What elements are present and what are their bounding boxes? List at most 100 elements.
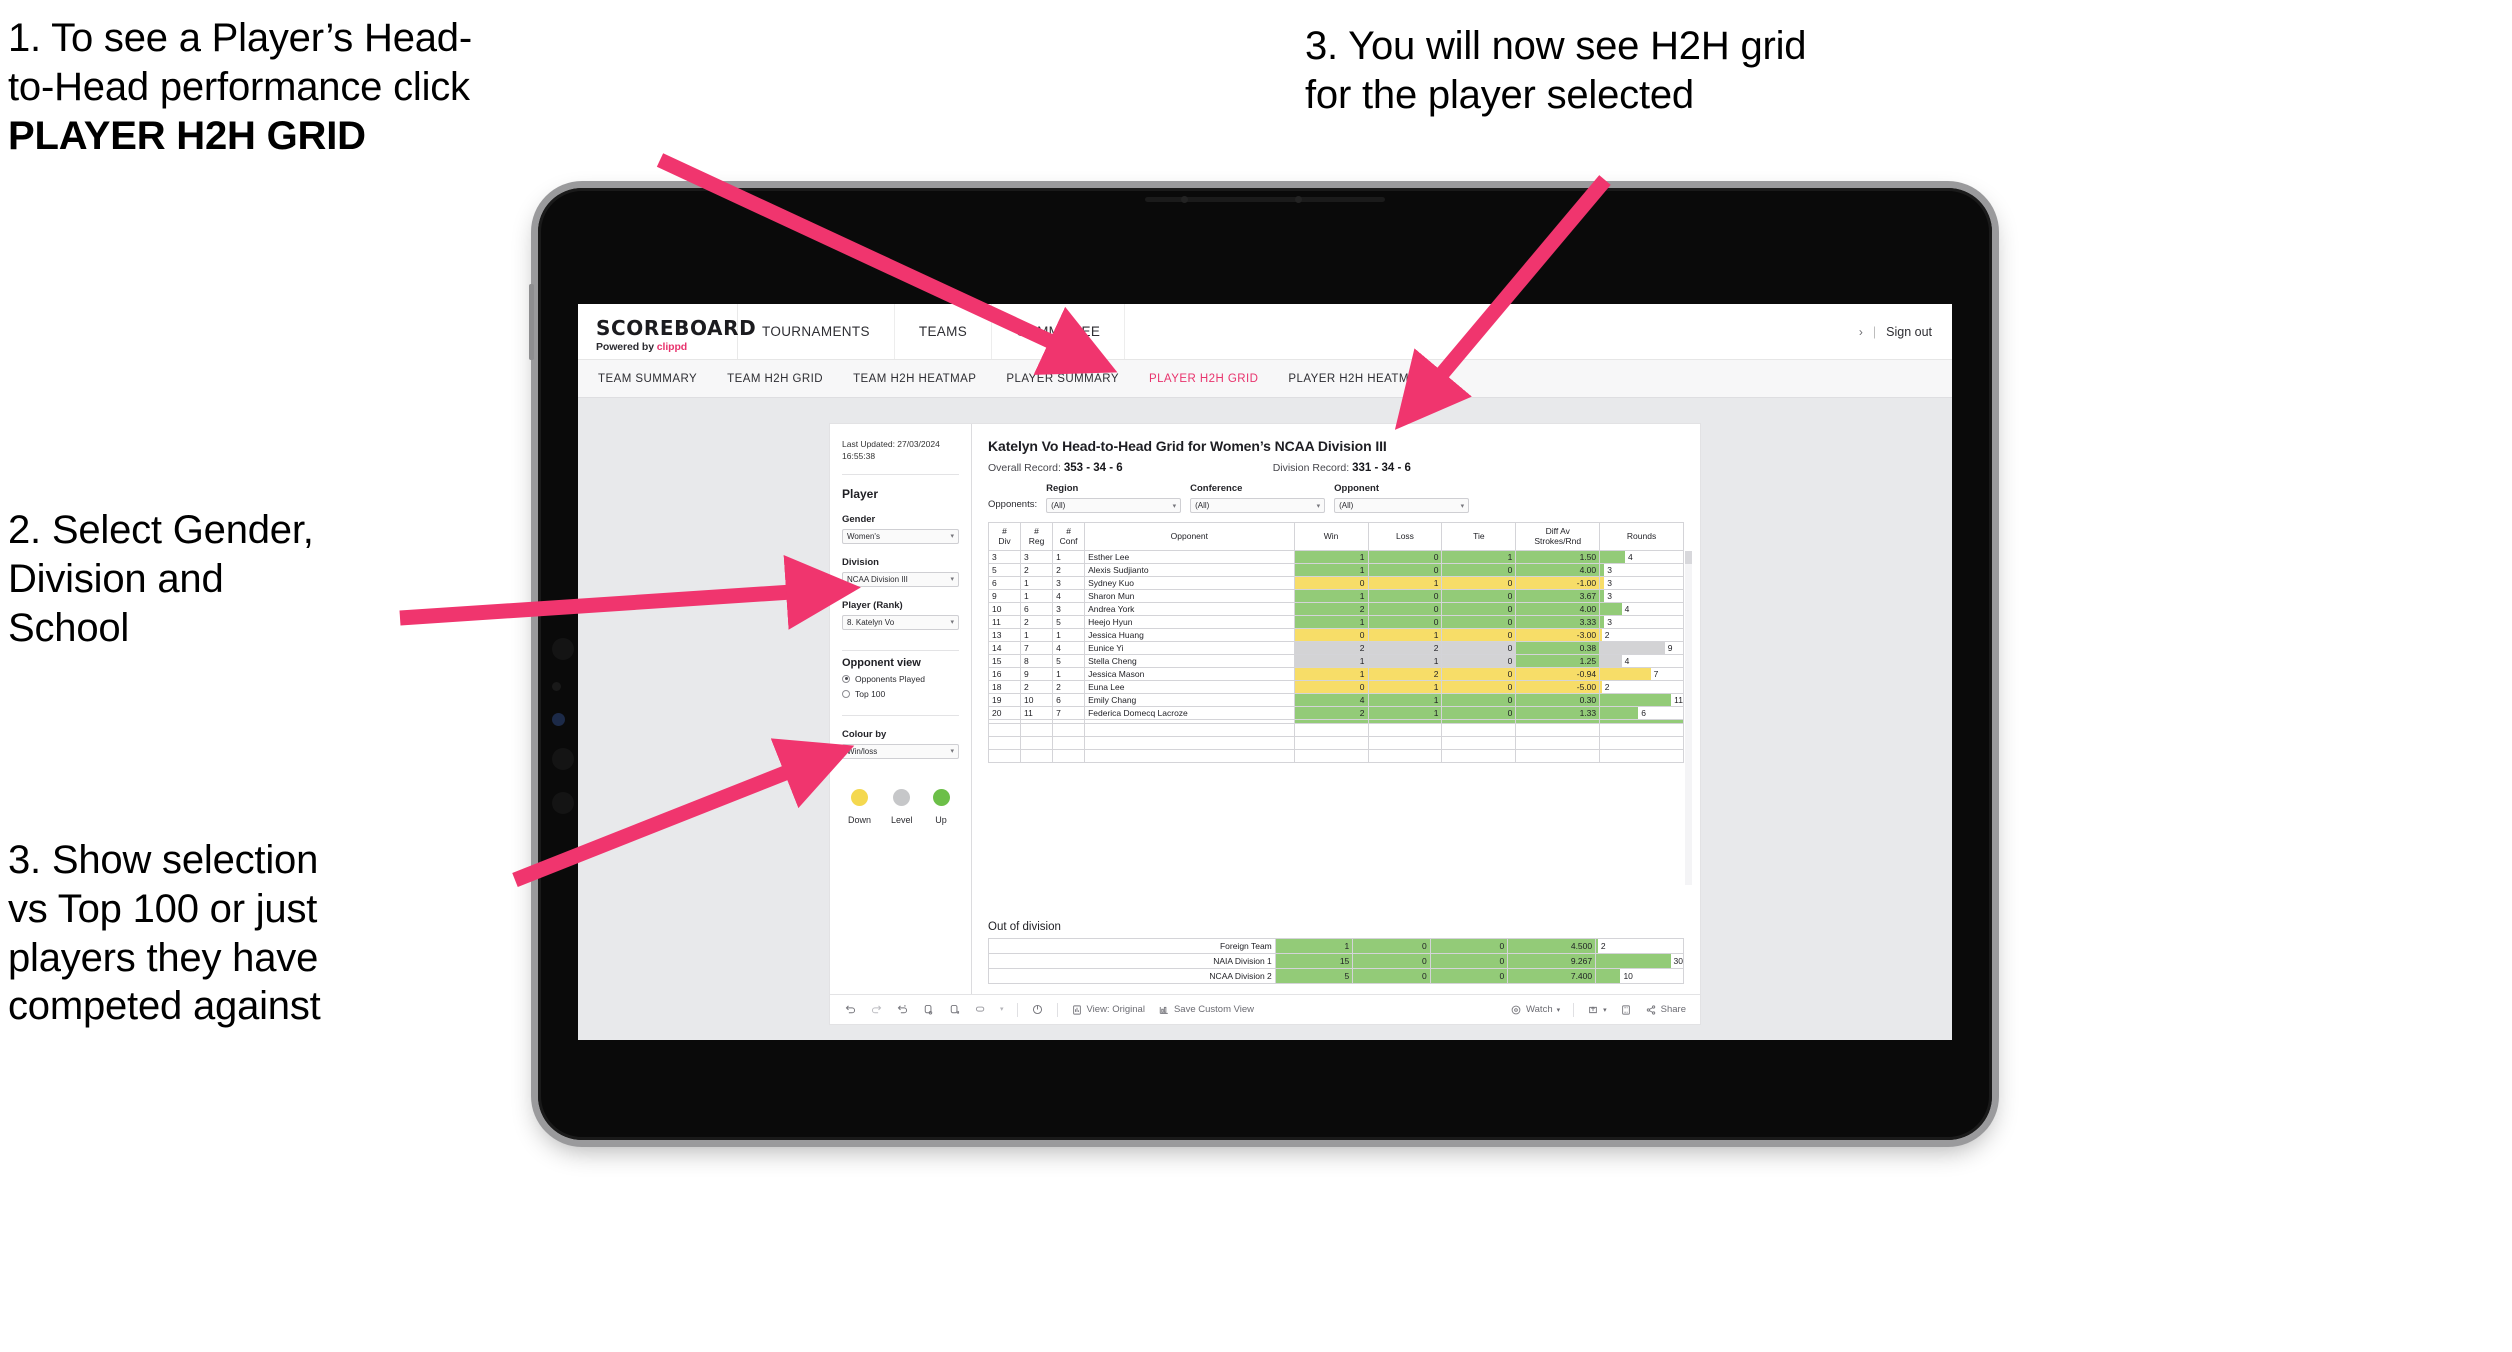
opponent-filter: Opponent (All) ▾ [1334, 483, 1470, 513]
cell-group-name: Foreign Team [988, 938, 1276, 954]
table-row[interactable]: 16 9 1 Jessica Mason 1 2 0 -0.94 7 [987, 667, 1684, 681]
cell-conf: 2 [1052, 680, 1086, 694]
table-row[interactable]: 18 2 2 Euna Lee 0 1 0 -5.00 2 [987, 680, 1684, 694]
legend-label-up: Up [935, 814, 947, 825]
subnav-team-summary[interactable]: TEAM SUMMARY [598, 373, 697, 385]
account-area: › | Sign out [1859, 304, 1952, 359]
division-select[interactable]: NCAA Division III ▾ [842, 571, 959, 587]
nav-item-teams[interactable]: TEAMS [895, 304, 993, 359]
cell-win: 15 [1274, 953, 1354, 969]
cell-reg: 10 [1020, 693, 1054, 707]
table-row[interactable]: 19 10 6 Emily Chang 4 1 0 0.30 11 [987, 693, 1684, 707]
app-header: SCOREBOARD Powered by clippd TOURNAMENTS… [578, 304, 1952, 360]
subnav-team-h2h-heatmap[interactable]: TEAM H2H HEATMAP [853, 373, 976, 385]
cell-opponent: Federica Domecq Lacroze [1084, 706, 1295, 720]
fullscreen-icon[interactable] [1620, 1004, 1632, 1016]
cell-win: 2 [1293, 641, 1369, 655]
table-row[interactable]: 20 11 7 Federica Domecq Lacroze 2 1 0 1.33 6 [987, 706, 1684, 720]
subnav-player-h2h-heatmap[interactable]: PLAYER H2H HEATMAP [1288, 373, 1425, 385]
cell-reg: 1 [1020, 576, 1054, 590]
cell-diff: 1.50 [1515, 550, 1601, 564]
table-row[interactable]: 9 1 4 Sharon Mun 1 0 0 3.67 3 [987, 589, 1684, 603]
region-filter-select[interactable]: (All) ▾ [1046, 498, 1182, 513]
table-row[interactable]: 3 3 1 Esther Lee 1 0 1 1.50 4 [987, 550, 1684, 564]
cell-rounds: 2 [1595, 938, 1684, 954]
legend-swatch-up [932, 788, 950, 806]
column-header-opponent[interactable]: Opponent [1084, 522, 1295, 551]
h2h-grid-table: # Div # Reg # Conf Opponent Win Loss Tie Diff Av St… [987, 522, 1684, 763]
panel-divider-1 [842, 473, 959, 475]
cell-rounds: 10 [1595, 968, 1684, 984]
filter-panel: Last Updated: 27/03/2024 16:55:38 Player… [830, 424, 972, 994]
gender-select[interactable]: Women's ▾ [842, 528, 959, 544]
cell-win: 1 [1293, 615, 1369, 629]
subnav-player-summary[interactable]: PLAYER SUMMARY [1006, 373, 1119, 385]
table-row[interactable]: 13 1 1 Jessica Huang 0 1 0 -3.00 2 [987, 628, 1684, 642]
tableau-viz: Last Updated: 27/03/2024 16:55:38 Player… [830, 424, 1700, 1024]
cell-tie: 0 [1441, 576, 1517, 590]
cell-group-name: NCAA Division 2 [988, 968, 1276, 984]
watch-button[interactable]: Watch ▾ [1510, 1004, 1560, 1016]
table-scrollbar-track[interactable] [1685, 551, 1692, 885]
cell-div: 5 [987, 563, 1022, 577]
subnav-team-h2h-grid[interactable]: TEAM H2H GRID [727, 373, 823, 385]
column-header-diff-av-strokes-rnd[interactable]: Diff Av Strokes/Rnd [1515, 522, 1601, 551]
column-header--reg[interactable]: # Reg [1020, 522, 1054, 551]
cell-win: 1 [1293, 563, 1369, 577]
subnav-player-h2h-grid[interactable]: PLAYER H2H GRID [1149, 373, 1258, 385]
radio-opponents-played[interactable]: Opponents Played [842, 674, 959, 684]
table-header-row: # Div # Reg # Conf Opponent Win Loss Tie Diff Av St… [987, 522, 1684, 551]
table-scrollbar-thumb[interactable] [1685, 551, 1692, 564]
revert-icon[interactable] [896, 1003, 909, 1016]
table-row[interactable]: 15 8 5 Stella Cheng 1 1 0 1.25 4 [987, 654, 1684, 668]
column-header-win[interactable]: Win [1293, 522, 1369, 551]
table-row[interactable]: 5 2 2 Alexis Sudjianto 1 0 0 4.00 3 [987, 563, 1684, 577]
share-button[interactable]: Share [1645, 1004, 1686, 1016]
save-custom-view-icon [1158, 1004, 1170, 1016]
nav-item-tournaments[interactable]: TOURNAMENTS [738, 304, 895, 359]
pause-updates-icon[interactable] [948, 1003, 961, 1016]
table-row[interactable]: 10 6 3 Andrea York 2 0 0 4.00 4 [987, 602, 1684, 616]
division-label: Division [842, 556, 879, 568]
legend-item-down: Down [848, 788, 872, 825]
refresh-data-icon[interactable] [922, 1003, 935, 1016]
brand-logo[interactable]: SCOREBOARD Powered by clippd [578, 304, 756, 359]
save-custom-view-button[interactable]: Save Custom View [1158, 1004, 1254, 1016]
opponent-filter-select[interactable]: (All) ▾ [1334, 498, 1470, 513]
reset-icon[interactable] [1031, 1003, 1044, 1016]
table-row[interactable]: 14 7 4 Eunice Yi 2 2 0 0.38 9 [987, 641, 1684, 655]
division-record: Division Record: 331 - 34 - 6 [1273, 462, 1411, 474]
player-rank-select[interactable]: 8. Katelyn Vo ▾ [842, 614, 959, 630]
cell-tie: 0 [1441, 706, 1517, 720]
cell-rounds: 7 [1599, 667, 1684, 681]
cell-group-name: NAIA Division 1 [988, 953, 1276, 969]
undo-icon[interactable] [844, 1003, 857, 1016]
out-of-division-row[interactable]: Foreign Team 1 0 0 4.500 2 [988, 938, 1684, 954]
column-header--div[interactable]: # Div [987, 522, 1022, 551]
annotation-1-line1: 1. To see a Player’s Head- [8, 16, 472, 60]
cell-div: 10 [987, 602, 1022, 616]
download-button[interactable]: ▾ [1587, 1004, 1607, 1016]
colour-by-select[interactable]: Win/loss ▾ [842, 743, 959, 759]
sign-out-link[interactable]: Sign out [1886, 325, 1932, 339]
column-header-tie[interactable]: Tie [1441, 522, 1517, 551]
view-original-button[interactable]: View: Original [1071, 1004, 1145, 1016]
legend-label-down: Down [848, 814, 872, 825]
rectangle-select-icon[interactable] [974, 1003, 987, 1016]
account-chevron-icon[interactable]: › [1859, 325, 1863, 339]
out-of-division-row[interactable]: NAIA Division 1 15 0 0 9.267 30 [988, 953, 1684, 969]
nav-item-committee[interactable]: COMMITTEE [992, 304, 1126, 359]
column-header-loss[interactable]: Loss [1367, 522, 1443, 551]
radio-top-100[interactable]: Top 100 [842, 689, 959, 699]
redo-icon[interactable] [870, 1003, 883, 1016]
out-of-division-row[interactable]: NCAA Division 2 5 0 0 7.400 10 [988, 968, 1684, 984]
chevron-down-icon: ▾ [1556, 1006, 1561, 1014]
column-header--conf[interactable]: # Conf [1052, 522, 1086, 551]
table-row[interactable]: 11 2 5 Heejo Hyun 1 0 0 3.33 3 [987, 615, 1684, 629]
cell-loss: 0 [1367, 602, 1443, 616]
table-row[interactable]: 6 1 3 Sydney Kuo 0 1 0 -1.00 3 [987, 576, 1684, 590]
column-header-rounds[interactable]: Rounds [1599, 522, 1684, 551]
cell-win: 1 [1293, 589, 1369, 603]
conference-filter-select[interactable]: (All) ▾ [1190, 498, 1326, 513]
chevron-down-icon[interactable]: ▾ [1000, 1006, 1004, 1013]
